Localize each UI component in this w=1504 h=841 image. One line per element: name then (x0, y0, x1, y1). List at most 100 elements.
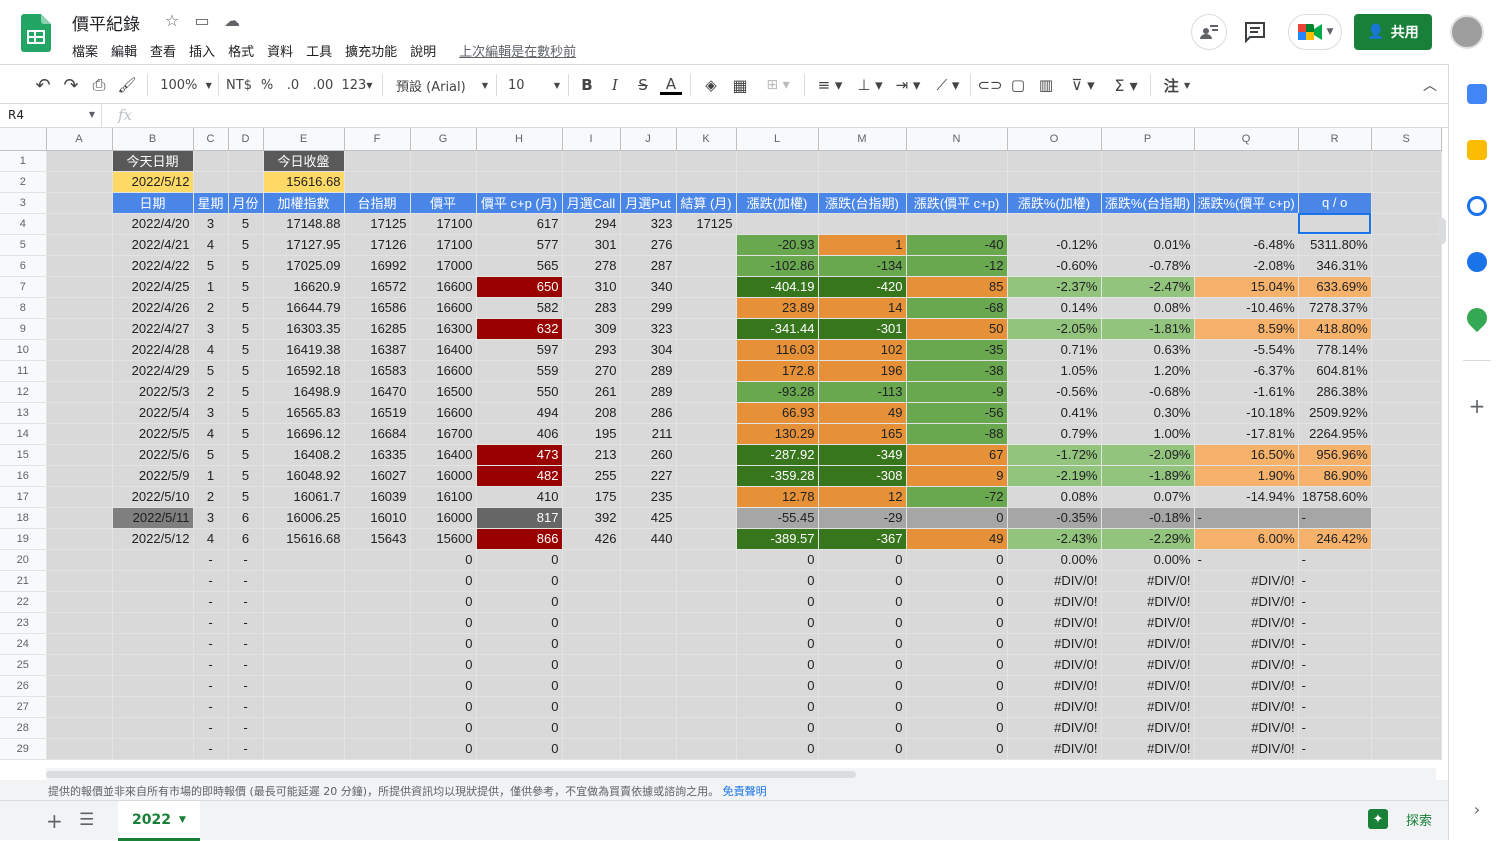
cell[interactable]: 16006.25 (263, 507, 345, 529)
cell[interactable]: - (1194, 507, 1299, 529)
cell[interactable] (676, 381, 737, 403)
cell[interactable]: 283 (562, 297, 621, 319)
cell[interactable]: -2.43% (1007, 528, 1102, 550)
cell[interactable]: 15.04% (1194, 276, 1299, 298)
cell[interactable]: -55.45 (736, 507, 819, 529)
cell[interactable]: 15616.68 (263, 528, 345, 550)
keep-icon[interactable] (1467, 140, 1487, 160)
row-header[interactable]: 6 (0, 255, 47, 277)
cell[interactable]: 0.71% (1007, 339, 1102, 361)
cell[interactable]: 4 (193, 528, 229, 550)
cell[interactable]: 16592.18 (263, 360, 345, 382)
cell[interactable]: 2022/4/28 (112, 339, 194, 361)
cell[interactable]: 0 (736, 696, 819, 718)
cell[interactable]: - (228, 549, 264, 571)
cell[interactable]: 漲跌%(價平 c+p) (1194, 192, 1299, 214)
cell[interactable]: -40 (906, 234, 1008, 256)
cell[interactable]: 85 (906, 276, 1008, 298)
cell[interactable]: - (1298, 675, 1372, 697)
cell[interactable] (906, 171, 1008, 193)
cell[interactable] (263, 570, 345, 592)
cell[interactable]: 漲跌%(加權) (1007, 192, 1102, 214)
cell[interactable]: 0 (906, 570, 1008, 592)
cell[interactable]: 0.30% (1101, 402, 1195, 424)
currency-format-button[interactable]: NT$ (224, 75, 254, 95)
insert-chart-icon[interactable]: ▥ (1036, 75, 1056, 95)
increase-decimal-button[interactable]: .00 (310, 75, 336, 95)
cell[interactable]: 5311.80% (1298, 234, 1372, 256)
cell[interactable] (1371, 423, 1442, 445)
cell[interactable]: 16600 (410, 360, 477, 382)
cell[interactable]: 6.00% (1194, 528, 1299, 550)
cell[interactable]: 286.38% (1298, 381, 1372, 403)
spreadsheet-grid[interactable]: ABCDEFGHIJKLMNOPQRS 1 今天日期 今日收盤 2 2022/5/12 1… (0, 128, 1448, 766)
cell[interactable] (562, 675, 621, 697)
cell[interactable]: - (228, 675, 264, 697)
cell[interactable] (562, 150, 621, 172)
cell[interactable]: 5 (228, 465, 264, 487)
cell[interactable]: #DIV/0! (1194, 612, 1299, 634)
cell[interactable] (263, 696, 345, 718)
cell[interactable] (620, 633, 677, 655)
cell[interactable]: 16300 (410, 318, 477, 340)
borders-icon[interactable]: ▦ (730, 75, 750, 95)
cell[interactable]: 0 (906, 696, 1008, 718)
cell[interactable]: 17127.95 (263, 234, 345, 256)
text-color-icon[interactable]: A (660, 75, 682, 95)
cell[interactable] (736, 213, 819, 235)
cell[interactable]: 1.20% (1101, 360, 1195, 382)
cell[interactable] (476, 150, 563, 172)
cell[interactable] (1371, 633, 1442, 655)
row-header[interactable]: 26 (0, 675, 47, 697)
row-header[interactable]: 20 (0, 549, 47, 571)
cell[interactable] (46, 612, 113, 634)
cell[interactable] (344, 171, 411, 193)
cell[interactable]: #DIV/0! (1007, 612, 1102, 634)
font-size-select[interactable]: 10 ▼ (508, 75, 560, 95)
cell[interactable] (1371, 549, 1442, 571)
cell[interactable]: 323 (620, 213, 677, 235)
cell[interactable]: 0 (476, 612, 563, 634)
row-header[interactable]: 13 (0, 402, 47, 424)
column-header[interactable]: A (46, 128, 113, 151)
cell[interactable]: 16583 (344, 360, 411, 382)
cell[interactable]: 130.29 (736, 423, 819, 445)
cell[interactable] (620, 150, 677, 172)
cell[interactable]: 817 (476, 507, 563, 529)
menu-tools[interactable]: 工具 (306, 41, 339, 60)
cell[interactable]: 16644.79 (263, 297, 345, 319)
cell[interactable]: 台指期 (344, 192, 411, 214)
row-header[interactable]: 4 (0, 213, 47, 235)
cell[interactable] (112, 591, 194, 613)
column-header[interactable]: S (1371, 128, 1442, 151)
cell[interactable]: 301 (562, 234, 621, 256)
row-header[interactable]: 9 (0, 318, 47, 340)
cell[interactable]: - (228, 696, 264, 718)
cell[interactable]: 276 (620, 234, 677, 256)
sheet-tab-2022[interactable]: 2022 ▼ (118, 801, 200, 841)
row-header[interactable]: 5 (0, 234, 47, 256)
cell[interactable]: 月份 (228, 192, 264, 214)
cell[interactable]: 0 (818, 675, 907, 697)
cell[interactable]: #DIV/0! (1194, 738, 1299, 760)
cell[interactable]: 0 (906, 591, 1008, 613)
cell[interactable]: 價平 c+p (月) (476, 192, 563, 214)
cell[interactable]: 3 (193, 318, 229, 340)
cell[interactable] (263, 633, 345, 655)
cell[interactable]: 17126 (344, 234, 411, 256)
all-sheets-icon[interactable]: ☰ (79, 810, 94, 830)
cell[interactable]: 5 (193, 360, 229, 382)
cell[interactable] (46, 444, 113, 466)
cell[interactable]: 5 (228, 318, 264, 340)
row-header[interactable]: 12 (0, 381, 47, 403)
cell[interactable] (1371, 696, 1442, 718)
menu-format[interactable]: 格式 (228, 41, 261, 60)
cell[interactable]: -1.81% (1101, 318, 1195, 340)
tasks-icon[interactable] (1467, 196, 1487, 216)
cell[interactable]: - (228, 612, 264, 634)
horizontal-scrollbar-thumb[interactable] (46, 771, 856, 778)
cell[interactable]: 0 (818, 570, 907, 592)
cell[interactable]: 0.00% (1101, 549, 1195, 571)
cell[interactable]: 16335 (344, 444, 411, 466)
star-icon[interactable]: ☆ (162, 11, 182, 31)
